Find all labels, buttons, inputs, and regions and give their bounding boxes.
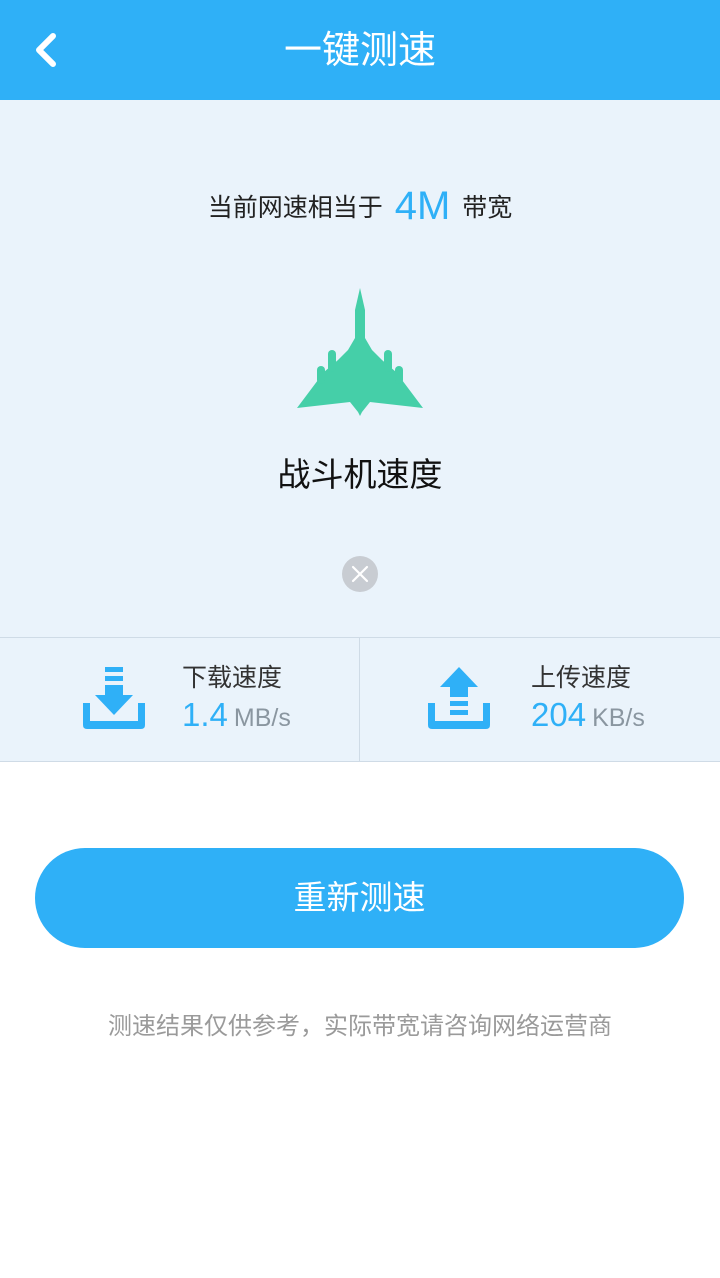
fighter-jet-icon <box>297 288 423 416</box>
bandwidth-prefix: 当前网速相当于 <box>207 193 383 222</box>
close-icon <box>351 565 369 583</box>
download-label: 下载速度 <box>182 663 283 692</box>
bandwidth-suffix: 带宽 <box>462 193 513 222</box>
upload-unit: KB/s <box>592 704 645 732</box>
download-value: 1.4 <box>182 696 228 733</box>
upload-speed: 204 KB/s <box>531 696 645 734</box>
close-button[interactable] <box>342 556 378 592</box>
disclaimer-text: 测速结果仅供参考，实际带宽请咨询网络运营商 <box>108 1012 612 1040</box>
stats-divider <box>359 638 360 761</box>
upload-label: 上传速度 <box>531 663 632 692</box>
bandwidth-value: 4M <box>394 184 451 228</box>
download-speed: 1.4 MB/s <box>182 696 291 734</box>
upload-icon <box>428 667 490 729</box>
bandwidth-summary: 当前网速相当于 4M 带宽 <box>0 184 720 229</box>
speed-stats: 下载速度 1.4 MB/s 上传速度 204 KB/s <box>0 637 720 762</box>
page-title: 一键测速 <box>283 28 436 72</box>
speed-level-label: 战斗机速度 <box>277 455 443 494</box>
speed-result-panel: 当前网速相当于 4M 带宽 战斗机速度 <box>0 100 720 638</box>
retest-button[interactable]: 重新测速 <box>35 848 684 948</box>
upload-value: 204 <box>531 696 587 733</box>
download-unit: MB/s <box>233 704 291 732</box>
download-icon <box>83 667 145 729</box>
top-bar: 一键测速 <box>0 0 720 100</box>
